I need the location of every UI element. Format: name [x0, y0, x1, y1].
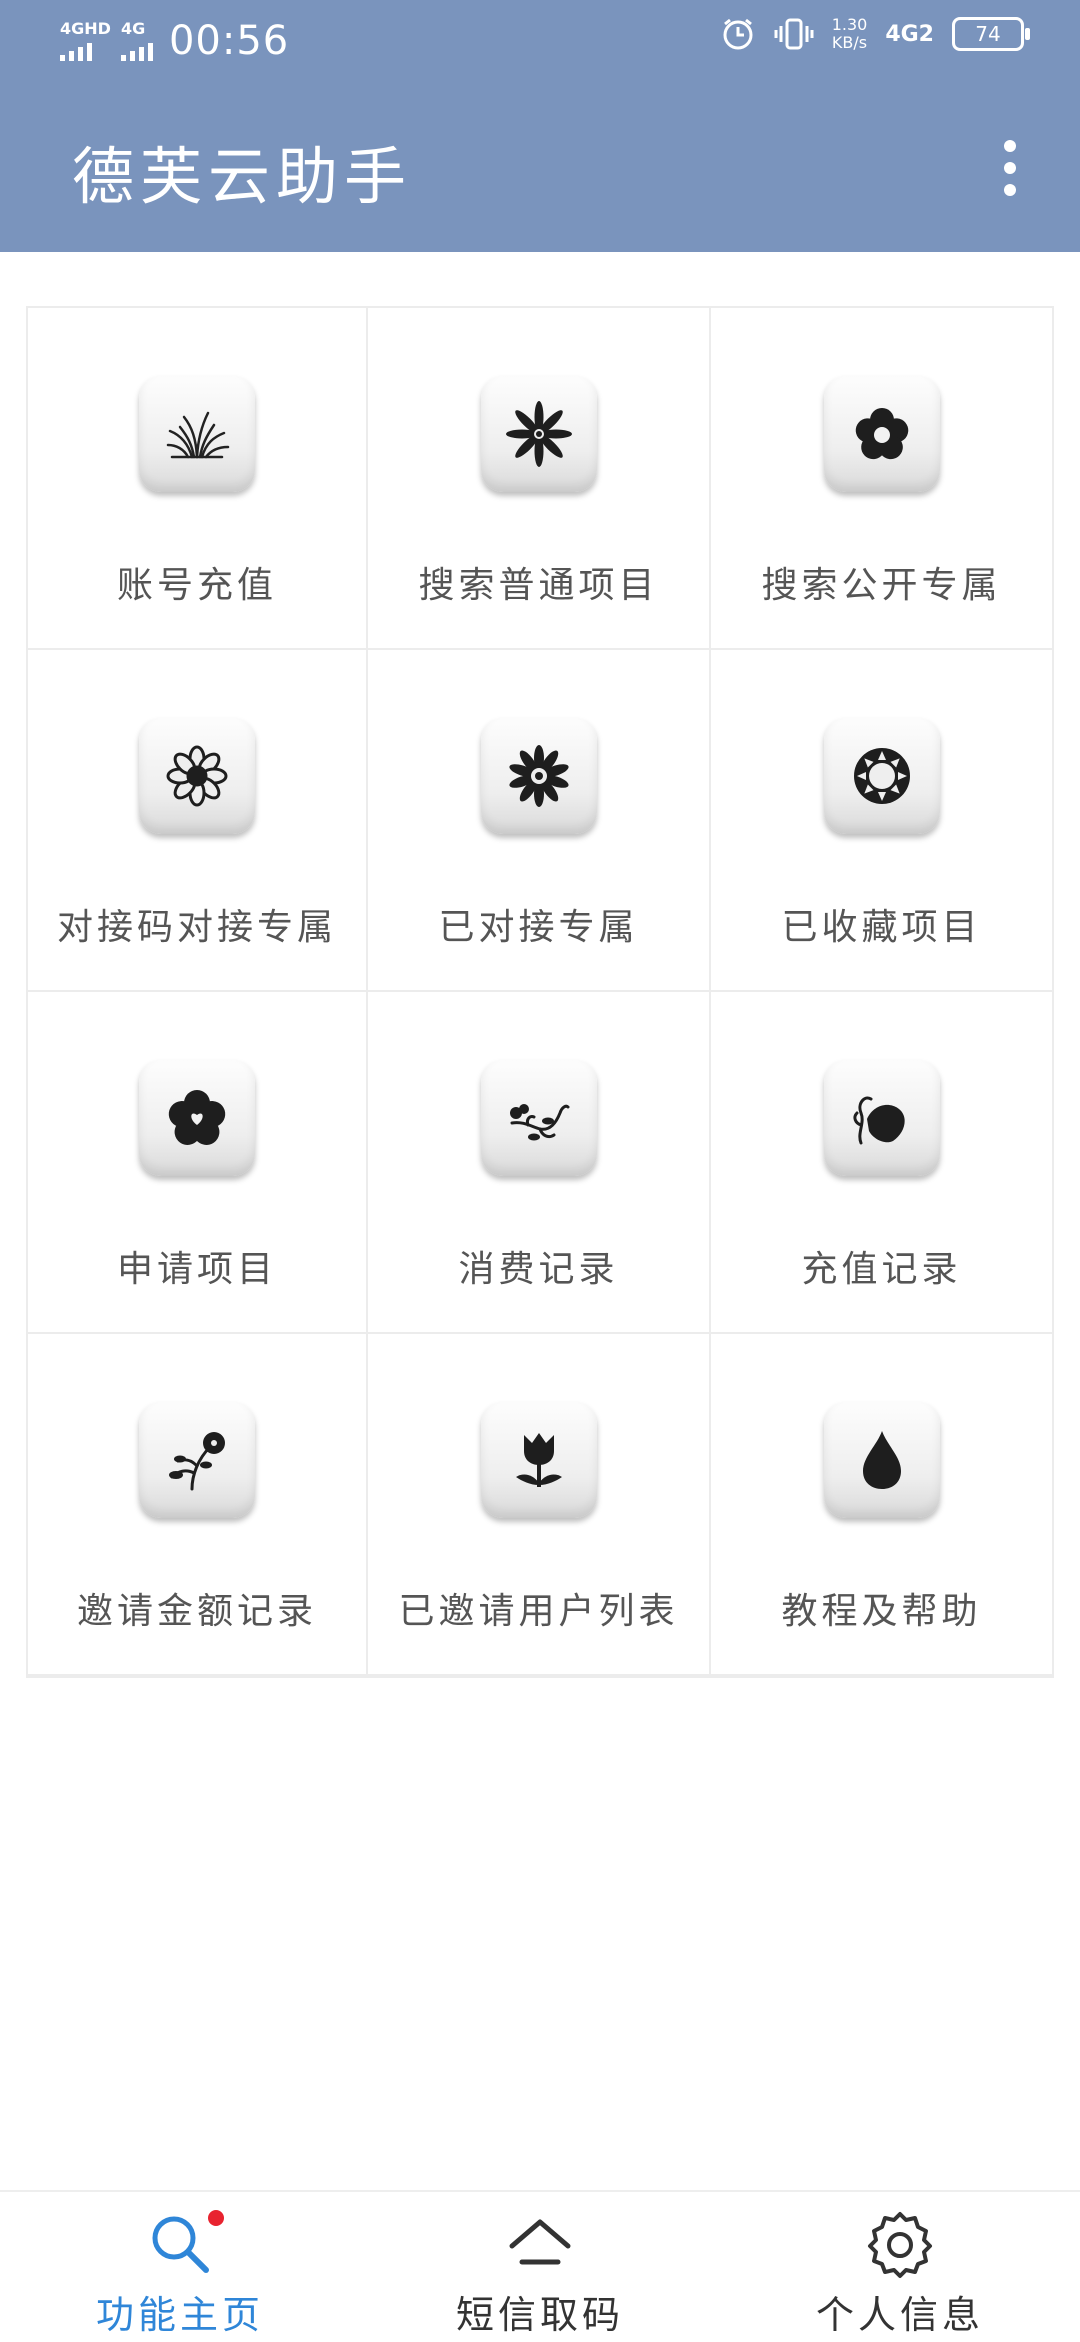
grid-item-apply[interactable]: 申请项目 [26, 992, 368, 1334]
flower-heart-icon [139, 1060, 255, 1176]
net-speed-value: 1.30 [831, 15, 868, 34]
tab-label: 短信取码 [455, 2293, 624, 2337]
sun-icon [823, 718, 940, 834]
status-right: 1.30 KB/s 4G2 74 [720, 16, 1030, 52]
network-type: 4G2 [885, 21, 934, 47]
net-speed: 1.30 KB/s [832, 16, 868, 52]
top-bar: 4GHD 4G 00:56 1.30 KB/s 4G2 74 德芙云助手 [0, 0, 1080, 252]
gear-icon [868, 2212, 932, 2278]
grid-item-search-normal[interactable]: 搜索普通项目 [368, 308, 711, 650]
vibrate-icon [774, 18, 814, 50]
flower-five-petal-icon [823, 376, 940, 492]
chrysanthemum-icon [480, 718, 597, 834]
grid-item-label: 已收藏项目 [781, 907, 982, 948]
app-title: 德芙云助手 [72, 140, 413, 213]
grid-item-label: 已对接专属 [438, 907, 639, 948]
tab-home-features[interactable]: 功能主页 [0, 2192, 360, 2342]
grid-item-label: 申请项目 [116, 1249, 277, 1290]
grid-item-label: 搜索公开专属 [761, 565, 1002, 606]
bottom-navigation: 功能主页 短信取码 个人信息 [0, 2190, 1080, 2342]
grid-item-label: 已邀请用户列表 [398, 1591, 679, 1632]
more-vertical-icon [1004, 140, 1016, 152]
home-icon [509, 2219, 571, 2265]
notification-dot [208, 2210, 224, 2226]
grid-item-code-dock[interactable]: 对接码对接专属 [26, 650, 368, 992]
battery-icon: 74 [952, 17, 1030, 51]
clock: 00:56 [168, 18, 290, 64]
flower-stem-icon [139, 1402, 255, 1518]
grid-item-label: 教程及帮助 [781, 1591, 982, 1632]
search-icon [152, 2216, 209, 2273]
grid-item-label: 充值记录 [801, 1249, 962, 1290]
grid-item-invite-amount[interactable]: 邀请金额记录 [26, 1334, 368, 1676]
vine-icon [480, 1060, 597, 1176]
status-left: 4GHD 4G 00:56 [60, 18, 289, 64]
signal-bars-icon [60, 41, 92, 61]
alarm-icon [723, 18, 753, 50]
status-bar: 4GHD 4G 00:56 1.30 KB/s 4G2 74 [0, 0, 1080, 84]
grid-item-label: 消费记录 [458, 1249, 619, 1290]
flower-star-icon [480, 376, 597, 492]
grid-item-favorites[interactable]: 已收藏项目 [711, 650, 1054, 992]
leaf-heart-icon [823, 1060, 940, 1176]
battery-level: 74 [975, 22, 1001, 46]
grid-item-tutorial-help[interactable]: 教程及帮助 [711, 1334, 1054, 1676]
tulip-icon [480, 1402, 597, 1518]
grid-item-spend-record[interactable]: 消费记录 [368, 992, 711, 1334]
tab-profile[interactable]: 个人信息 [720, 2192, 1080, 2342]
grid-item-label: 邀请金额记录 [76, 1591, 317, 1632]
daisy-icon [139, 718, 255, 834]
droplet-icon [823, 1402, 940, 1518]
feature-grid: 账号充值 搜索普通项目 搜索公开专属 对接码对接专属 已对接专属 已收藏项目 申… [26, 306, 1054, 1678]
tab-label: 个人信息 [815, 2293, 984, 2337]
sim1-label: 4GHD [60, 19, 111, 38]
grid-item-label: 对接码对接专属 [56, 907, 337, 948]
sim2-label: 4G [120, 19, 146, 38]
tab-label: 功能主页 [95, 2293, 264, 2337]
grid-item-docked[interactable]: 已对接专属 [368, 650, 711, 992]
grid-item-recharge-record[interactable]: 充值记录 [711, 992, 1054, 1334]
grass-icon [139, 376, 255, 492]
grid-item-label: 账号充值 [116, 565, 277, 606]
grid-item-search-public[interactable]: 搜索公开专属 [711, 308, 1054, 650]
grid-item-invited-users[interactable]: 已邀请用户列表 [368, 1334, 711, 1676]
grid-item-recharge[interactable]: 账号充值 [26, 308, 368, 650]
net-speed-unit: KB/s [831, 33, 868, 52]
overflow-menu-button[interactable] [1000, 140, 1020, 196]
grid-item-label: 搜索普通项目 [418, 565, 659, 606]
tab-sms-code[interactable]: 短信取码 [360, 2192, 720, 2342]
signal-bars-icon [120, 41, 153, 61]
signal-sim1: 4GHD [60, 21, 111, 61]
signal-sim2: 4G [120, 19, 153, 61]
